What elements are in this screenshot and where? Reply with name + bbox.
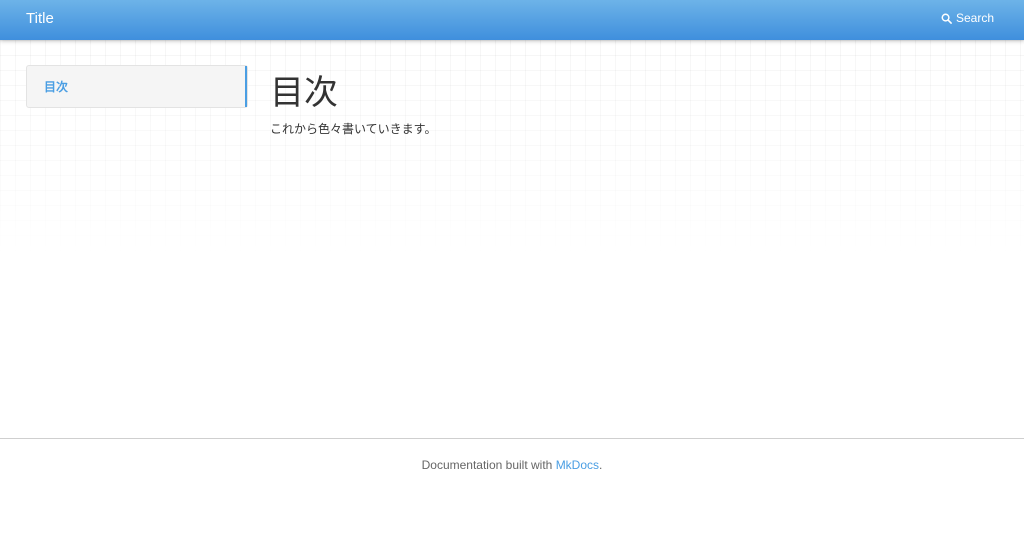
top-navbar: Title Search [0, 0, 1024, 40]
footer-text: Documentation built with [421, 458, 556, 472]
toc-item-mokuji[interactable]: 目次 [27, 66, 247, 107]
toc-item-label: 目次 [44, 80, 69, 94]
mkdocs-link[interactable]: MkDocs [556, 458, 599, 472]
table-of-contents: 目次 [26, 65, 248, 108]
site-title-link[interactable]: Title [26, 9, 54, 29]
search-button[interactable]: Search [941, 10, 994, 26]
body-paragraph: これから色々書いていきます。 [270, 122, 437, 136]
footer-divider [0, 438, 1024, 439]
main-content: 目次 これから色々書いていきます。 [270, 70, 990, 137]
footer: Documentation built with MkDocs. [0, 457, 1024, 473]
page-heading: 目次 [270, 74, 338, 112]
footer-period: . [599, 458, 603, 472]
search-label: Search [955, 11, 994, 25]
search-icon [941, 13, 952, 24]
